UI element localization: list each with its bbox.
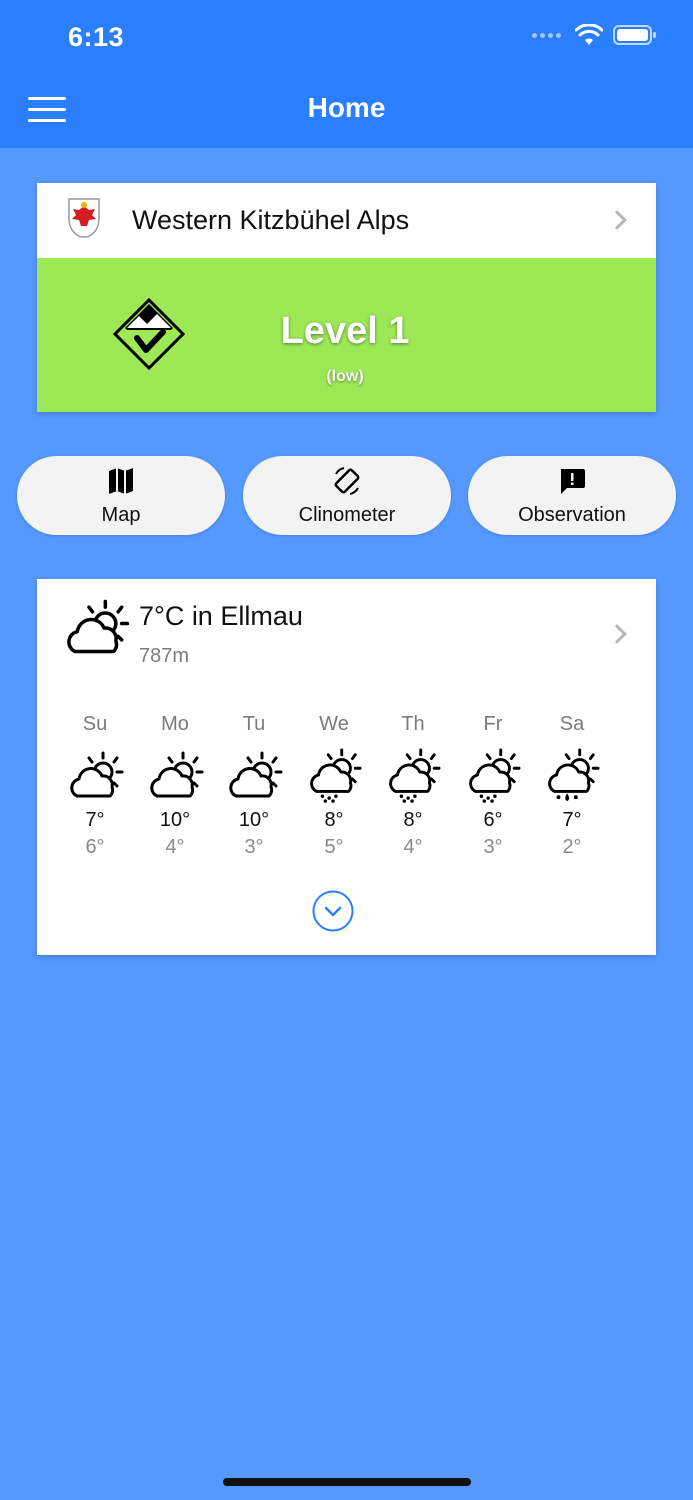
- forecast-high: 7°: [562, 809, 582, 831]
- rain-showers-icon: [469, 748, 521, 803]
- forecast-low: 2°: [562, 836, 582, 858]
- forecast-high: 10°: [238, 809, 270, 831]
- partly-cloudy-icon: [70, 751, 124, 798]
- partly-cloudy-icon: [67, 599, 130, 654]
- station-elevation: 787m: [139, 645, 190, 667]
- forecast-day-name: Mo: [161, 713, 189, 735]
- expand-forecast-button[interactable]: [312, 890, 354, 932]
- rain-showers-icon: [389, 748, 441, 803]
- forecast-day-name: Fr: [483, 713, 503, 735]
- danger-level-area: Level 1 (low): [37, 258, 656, 412]
- clinometer-button-label: Clinometer: [298, 504, 396, 526]
- forecast-row: Su 7° 6° Mo 10° 4° Tu 10° 3° We 8° 5° Th…: [55, 713, 635, 863]
- region-name: Western Kitzbühel Alps: [132, 205, 410, 235]
- tyrol-crest-icon: [68, 198, 100, 238]
- forecast-day-name: We: [319, 713, 349, 735]
- danger-level-title: Level 1: [280, 310, 410, 352]
- feedback-icon: [561, 469, 585, 494]
- screen-rotation-icon: [334, 467, 360, 495]
- forecast-low: 6°: [85, 836, 105, 858]
- forecast-low: 3°: [244, 836, 264, 858]
- forecast-day: We 8° 5°: [294, 713, 374, 859]
- map-icon: [109, 468, 133, 494]
- status-icons: [532, 24, 657, 46]
- top-app-bar: 6:13 Home: [0, 0, 693, 148]
- forecast-day-name: Sa: [559, 713, 585, 735]
- forecast-day: Sa 7° 2°: [532, 713, 612, 859]
- forecast-low: 3°: [483, 836, 503, 858]
- forecast-day: Th 8° 4°: [373, 713, 453, 859]
- rain-showers-icon: [310, 748, 362, 803]
- forecast-day-name: Th: [401, 713, 425, 735]
- map-button-label: Map: [101, 504, 141, 526]
- chevron-down-icon: [324, 906, 342, 917]
- partly-cloudy-icon: [150, 751, 204, 798]
- forecast-high: 8°: [403, 809, 423, 831]
- forecast-day: Su 7° 6°: [55, 713, 135, 859]
- forecast-high: 7°: [85, 809, 105, 831]
- signal-icon: [532, 32, 561, 38]
- current-weather: 7°C in Ellmau: [139, 601, 303, 631]
- wifi-icon: [575, 24, 603, 45]
- forecast-low: 4°: [403, 836, 423, 858]
- forecast-day: Mo 10° 4°: [135, 713, 215, 859]
- chevron-right-icon: [607, 624, 627, 644]
- battery-icon: [613, 25, 656, 45]
- weather-card[interactable]: 7°C in Ellmau 787m Su 7° 6° Mo 10° 4° Tu…: [37, 579, 656, 955]
- chevron-right-icon: [607, 210, 627, 230]
- observation-button[interactable]: Observation: [468, 456, 676, 535]
- forecast-high: 8°: [324, 809, 344, 831]
- forecast-high: 6°: [483, 809, 503, 831]
- danger-level-subtitle: (low): [326, 368, 364, 385]
- forecast-day: Fr 6° 3°: [453, 713, 533, 859]
- forecast-day: Tu 10° 3°: [214, 713, 294, 859]
- status-time: 6:13: [68, 22, 125, 52]
- forecast-low: 4°: [165, 836, 185, 858]
- region-row[interactable]: Western Kitzbühel Alps: [37, 183, 656, 258]
- forecast-day-name: Tu: [242, 713, 266, 735]
- danger-level-card[interactable]: Western Kitzbühel Alps Level 1 (low): [37, 183, 656, 412]
- forecast-day-name: Su: [82, 713, 108, 735]
- clinometer-button[interactable]: Clinometer: [243, 456, 451, 535]
- observation-button-label: Observation: [518, 504, 626, 526]
- partly-cloudy-icon: [229, 751, 283, 798]
- danger-level-1-icon: [113, 298, 185, 370]
- heavy-rain-icon: [548, 748, 600, 802]
- forecast-high: 10°: [159, 809, 191, 831]
- map-button[interactable]: Map: [17, 456, 225, 535]
- home-indicator[interactable]: [223, 1478, 471, 1486]
- forecast-low: 5°: [324, 836, 344, 858]
- page-title: Home: [307, 92, 386, 123]
